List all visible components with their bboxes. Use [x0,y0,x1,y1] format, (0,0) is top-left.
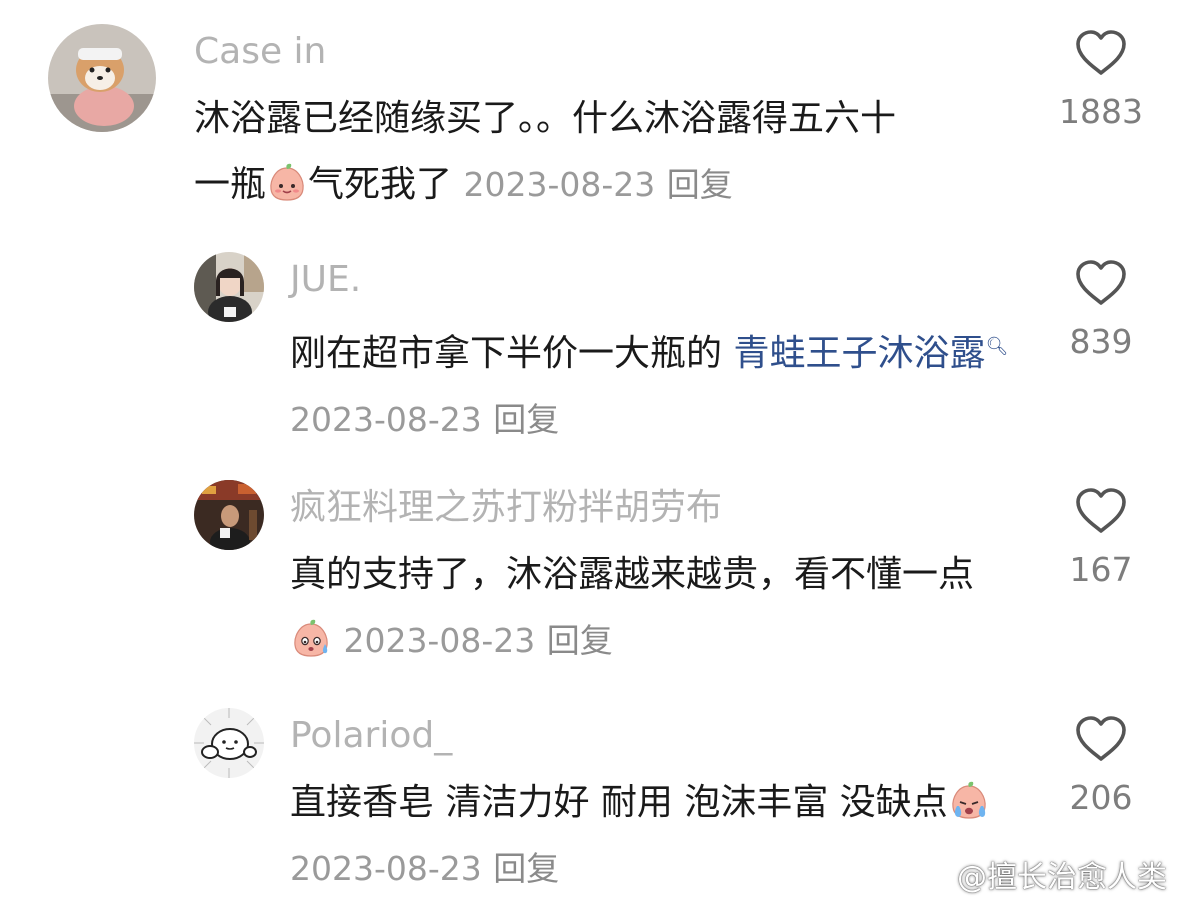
comment-date: 2023-08-23 [463,165,656,204]
search-link[interactable]: 青蛙王子沐浴露 [733,333,985,374]
avatar[interactable] [194,708,264,778]
like-button[interactable]: 1883 [1046,28,1156,132]
like-count: 206 [1069,778,1133,817]
comment-text: 沐浴露已经随缘买了。。什么沐浴露得五六十一瓶 气死我了 2023-08-23 回复 [194,86,914,218]
comment-text: 刚在超市拿下半价一大瓶的 青蛙王子沐浴露🔍︎ 2023-08-23 回复 [290,314,1010,453]
reply-button[interactable]: 回复 [493,400,559,439]
reply-button[interactable]: 回复 [493,849,559,888]
username[interactable]: 疯狂料理之苏打粉拌胡劳布 [290,486,722,530]
peach-smile-emoji [268,158,306,201]
comment-date: 2023-08-23 [343,621,536,660]
like-count: 839 [1069,322,1133,361]
username[interactable]: Polariod_ [290,714,452,758]
heart-icon [1076,30,1126,75]
comment-body-end: 气死我了 [308,164,453,205]
like-button[interactable]: 167 [1046,486,1156,590]
comment-body: 刚在超市拿下半价一大瓶的 [290,333,734,374]
comment-text: 直接香皂 清洁力好 耐用 泡沫丰富 没缺点 2023-08-23 回复 [290,770,1010,902]
comment-date: 2023-08-23 [290,849,482,888]
heart-icon [1076,488,1126,533]
avatar[interactable] [194,480,264,550]
comment-date: 2023-08-23 [290,400,482,439]
heart-icon [1076,260,1126,305]
watermark-text: @擅长治愈人类 [957,860,1167,895]
search-icon: 🔍︎ [985,336,1009,357]
watermark: @擅长治愈人类 [911,852,1167,896]
heart-icon [1076,716,1126,761]
username[interactable]: Case in [194,30,326,74]
peach-cry-emoji [950,776,988,819]
username[interactable]: JUE. [290,258,361,302]
like-count: 167 [1069,550,1133,589]
comment-body: 真的支持了，沐浴露越来越贵，看不懂一点 [290,554,975,595]
weibo-icon [911,860,950,890]
reply-button[interactable]: 回复 [547,621,613,660]
comment-body: 直接香皂 清洁力好 耐用 泡沫丰富 没缺点 [290,782,948,823]
like-button[interactable]: 206 [1046,714,1156,818]
peach-sweat-emoji [292,614,330,657]
reply-button[interactable]: 回复 [667,165,733,204]
like-button[interactable]: 839 [1046,258,1156,362]
comment-text: 真的支持了，沐浴露越来越贵，看不懂一点 2023-08-23 回复 [290,542,1010,674]
avatar[interactable] [194,252,264,322]
avatar[interactable] [48,24,156,132]
like-count: 1883 [1059,92,1143,131]
